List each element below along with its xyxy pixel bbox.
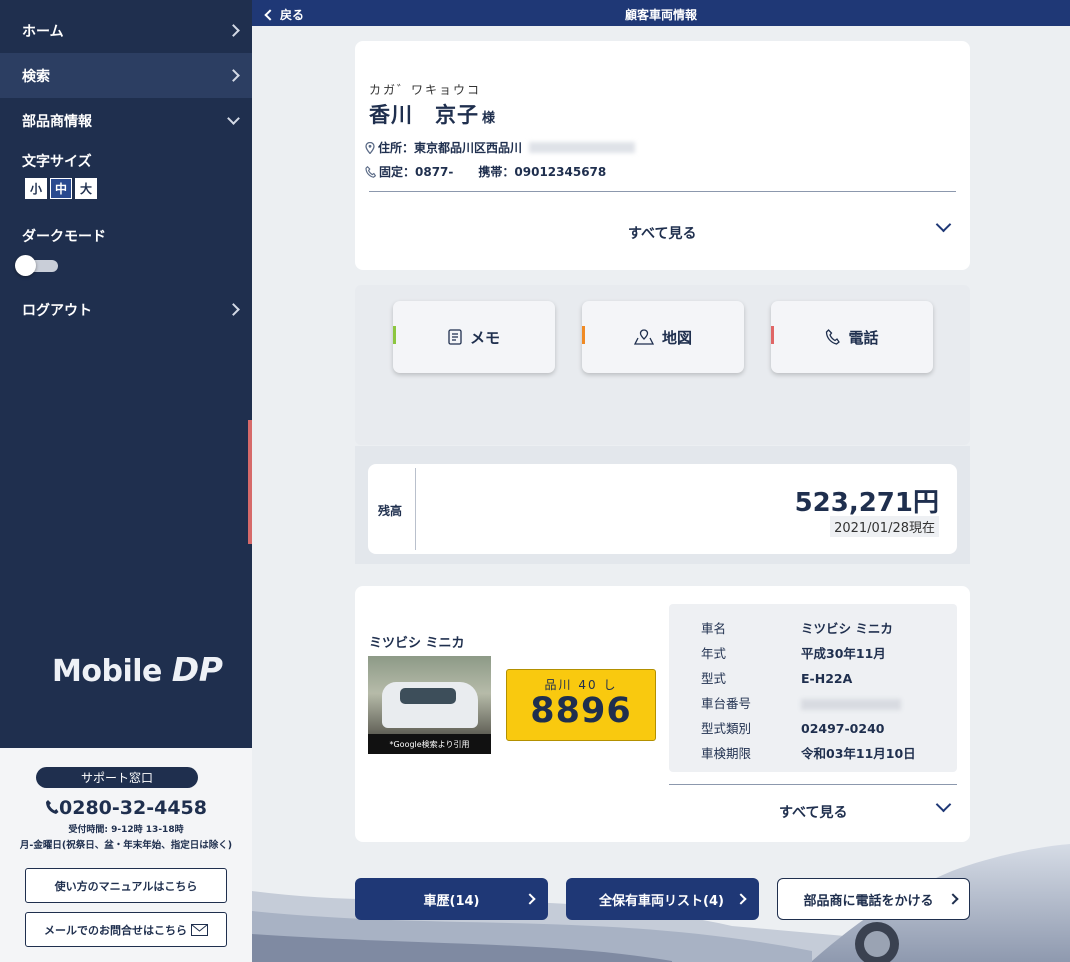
phone-fixed[interactable]: 固定：0877- bbox=[379, 163, 453, 180]
memo-button[interactable]: メモ bbox=[393, 301, 555, 373]
dark-mode-label: ダークモード bbox=[22, 229, 106, 245]
accent-bar bbox=[582, 326, 585, 344]
main-content: カガ゛ワキョウコ 香川 京子様 住所：東京都品川区西品川 固定：0877- 携帯… bbox=[252, 26, 1070, 962]
sidebar-item-parts-info[interactable]: 部品商情報 bbox=[0, 98, 252, 143]
accent-bar bbox=[393, 326, 396, 344]
toggle-knob bbox=[15, 255, 36, 276]
sidebar: ホーム 検索 部品商情報 文字サイズ 小 中 大 ダークモード ログアウト Mo… bbox=[0, 0, 252, 748]
divider bbox=[415, 468, 416, 550]
chevron-down-icon bbox=[227, 111, 240, 125]
chevron-right-icon bbox=[947, 893, 959, 905]
phone-button[interactable]: 電話 bbox=[771, 301, 933, 373]
support-panel: サポート窓口 0280-32-4458 受付時間: 9-12時 13-18時 月… bbox=[0, 748, 252, 962]
call-parts-dealer-button[interactable]: 部品商に電話をかける bbox=[777, 878, 970, 920]
action-area: メモ 地図 電話 bbox=[355, 285, 970, 445]
phone-icon bbox=[365, 165, 376, 178]
plate-number: 8896 bbox=[530, 691, 632, 731]
spec-row: 型式類別 02497-0240 bbox=[701, 721, 885, 736]
vehicle-photo: *Google検索より引用 bbox=[368, 656, 491, 754]
vehicle-title: ミツビシ ミニカ bbox=[369, 636, 465, 651]
divider bbox=[669, 784, 957, 785]
license-plate: 品川 40 し 8896 bbox=[506, 669, 656, 741]
phone-icon bbox=[46, 800, 59, 814]
support-badge: サポート窓口 bbox=[36, 767, 198, 788]
all-vehicles-list-button[interactable]: 全保有車両リスト(4) bbox=[566, 878, 759, 920]
vehicle-history-button[interactable]: 車歴(14) bbox=[355, 878, 548, 920]
font-size-selector: 小 中 大 bbox=[0, 178, 252, 199]
balance-card: 残高 523,271円 2021/01/28現在 bbox=[368, 464, 957, 554]
customer-kana: カガ゛ワキョウコ bbox=[369, 83, 482, 97]
balance-area: 残高 523,271円 2021/01/28現在 bbox=[355, 446, 970, 564]
accent-bar bbox=[771, 326, 774, 344]
font-size-medium-button[interactable]: 中 bbox=[50, 178, 72, 199]
chevron-down-icon[interactable] bbox=[935, 796, 952, 813]
vehicle-card: ミツビシ ミニカ *Google検索より引用 品川 40 し 8896 車名 ミツ… bbox=[355, 586, 970, 842]
chevron-right-icon bbox=[227, 69, 240, 82]
support-hours: 受付時間: 9-12時 13-18時 bbox=[68, 825, 184, 835]
sidebar-item-label: 検索 bbox=[22, 68, 50, 85]
phone-icon bbox=[826, 329, 841, 345]
sidebar-item-search[interactable]: 検索 bbox=[0, 53, 252, 98]
memo-icon bbox=[448, 329, 462, 345]
chevron-right-icon bbox=[227, 303, 240, 316]
sidebar-item-label: ホーム bbox=[22, 23, 64, 40]
spec-row: 車名 ミツビシ ミニカ bbox=[701, 621, 893, 636]
chevron-down-icon[interactable] bbox=[935, 216, 952, 233]
support-phone[interactable]: 0280-32-4458 bbox=[0, 797, 252, 819]
mail-icon bbox=[191, 923, 208, 936]
redacted-text bbox=[529, 142, 636, 153]
divider bbox=[369, 191, 956, 192]
map-button[interactable]: 地図 bbox=[582, 301, 744, 373]
vehicle-spec-table: 車名 ミツビシ ミニカ 年式 平成30年11月 型式 E-H22A 車台番号 型式類別… bbox=[669, 604, 957, 772]
customer-address: 住所：東京都品川区西品川 bbox=[365, 139, 636, 156]
customer-see-all-button[interactable]: すべて見る bbox=[628, 223, 696, 243]
phone-mobile[interactable]: 携帯：09012345678 bbox=[478, 163, 606, 180]
font-size-large-button[interactable]: 大 bbox=[75, 178, 97, 199]
font-size-small-button[interactable]: 小 bbox=[25, 178, 47, 199]
redacted-text bbox=[801, 699, 901, 710]
spec-row: 車検期限 令和03年11月10日 bbox=[701, 746, 916, 761]
spec-row: 車台番号 bbox=[701, 693, 901, 712]
sidebar-item-logout[interactable]: ログアウト bbox=[0, 287, 252, 332]
balance-label: 残高 bbox=[378, 504, 403, 518]
support-days: 月-金曜日(祝祭日、盆・年末年始、指定日は除く) bbox=[19, 840, 233, 851]
photo-caption: *Google検索より引用 bbox=[368, 734, 491, 754]
customer-phones: 固定：0877- 携帯：09012345678 bbox=[365, 163, 606, 180]
car-window-shape bbox=[400, 688, 456, 704]
spec-row: 年式 平成30年11月 bbox=[701, 646, 886, 661]
map-icon bbox=[633, 329, 654, 345]
location-pin-icon bbox=[365, 141, 375, 154]
balance-amount: 523,271円 bbox=[794, 488, 939, 518]
customer-card: カガ゛ワキョウコ 香川 京子様 住所：東京都品川区西品川 固定：0877- 携帯… bbox=[355, 41, 970, 270]
mobile-dp-logo: Mobile DP bbox=[52, 650, 223, 689]
dark-mode-toggle[interactable] bbox=[15, 255, 58, 276]
spec-row: 型式 E-H22A bbox=[701, 671, 853, 686]
sidebar-item-label: 部品商情報 bbox=[22, 113, 92, 130]
chevron-right-icon bbox=[524, 893, 536, 905]
sidebar-item-home[interactable]: ホーム bbox=[0, 8, 252, 53]
chevron-right-icon bbox=[227, 24, 240, 37]
balance-date: 2021/01/28現在 bbox=[830, 516, 939, 537]
page-title: 顧客車両情報 bbox=[624, 8, 697, 22]
manual-button[interactable]: 使い方のマニュアルはこちら bbox=[25, 868, 227, 903]
vehicle-see-all-button[interactable]: すべて見る bbox=[779, 802, 847, 822]
font-size-label: 文字サイズ bbox=[22, 154, 92, 170]
mail-inquiry-button[interactable]: メールでのお問合せはこちら bbox=[25, 912, 227, 947]
top-header: 戻る 顧客車両情報 bbox=[252, 0, 1070, 26]
chevron-right-icon bbox=[735, 893, 747, 905]
customer-name: 香川 京子様 bbox=[369, 103, 497, 127]
sidebar-item-label: ログアウト bbox=[22, 302, 92, 319]
